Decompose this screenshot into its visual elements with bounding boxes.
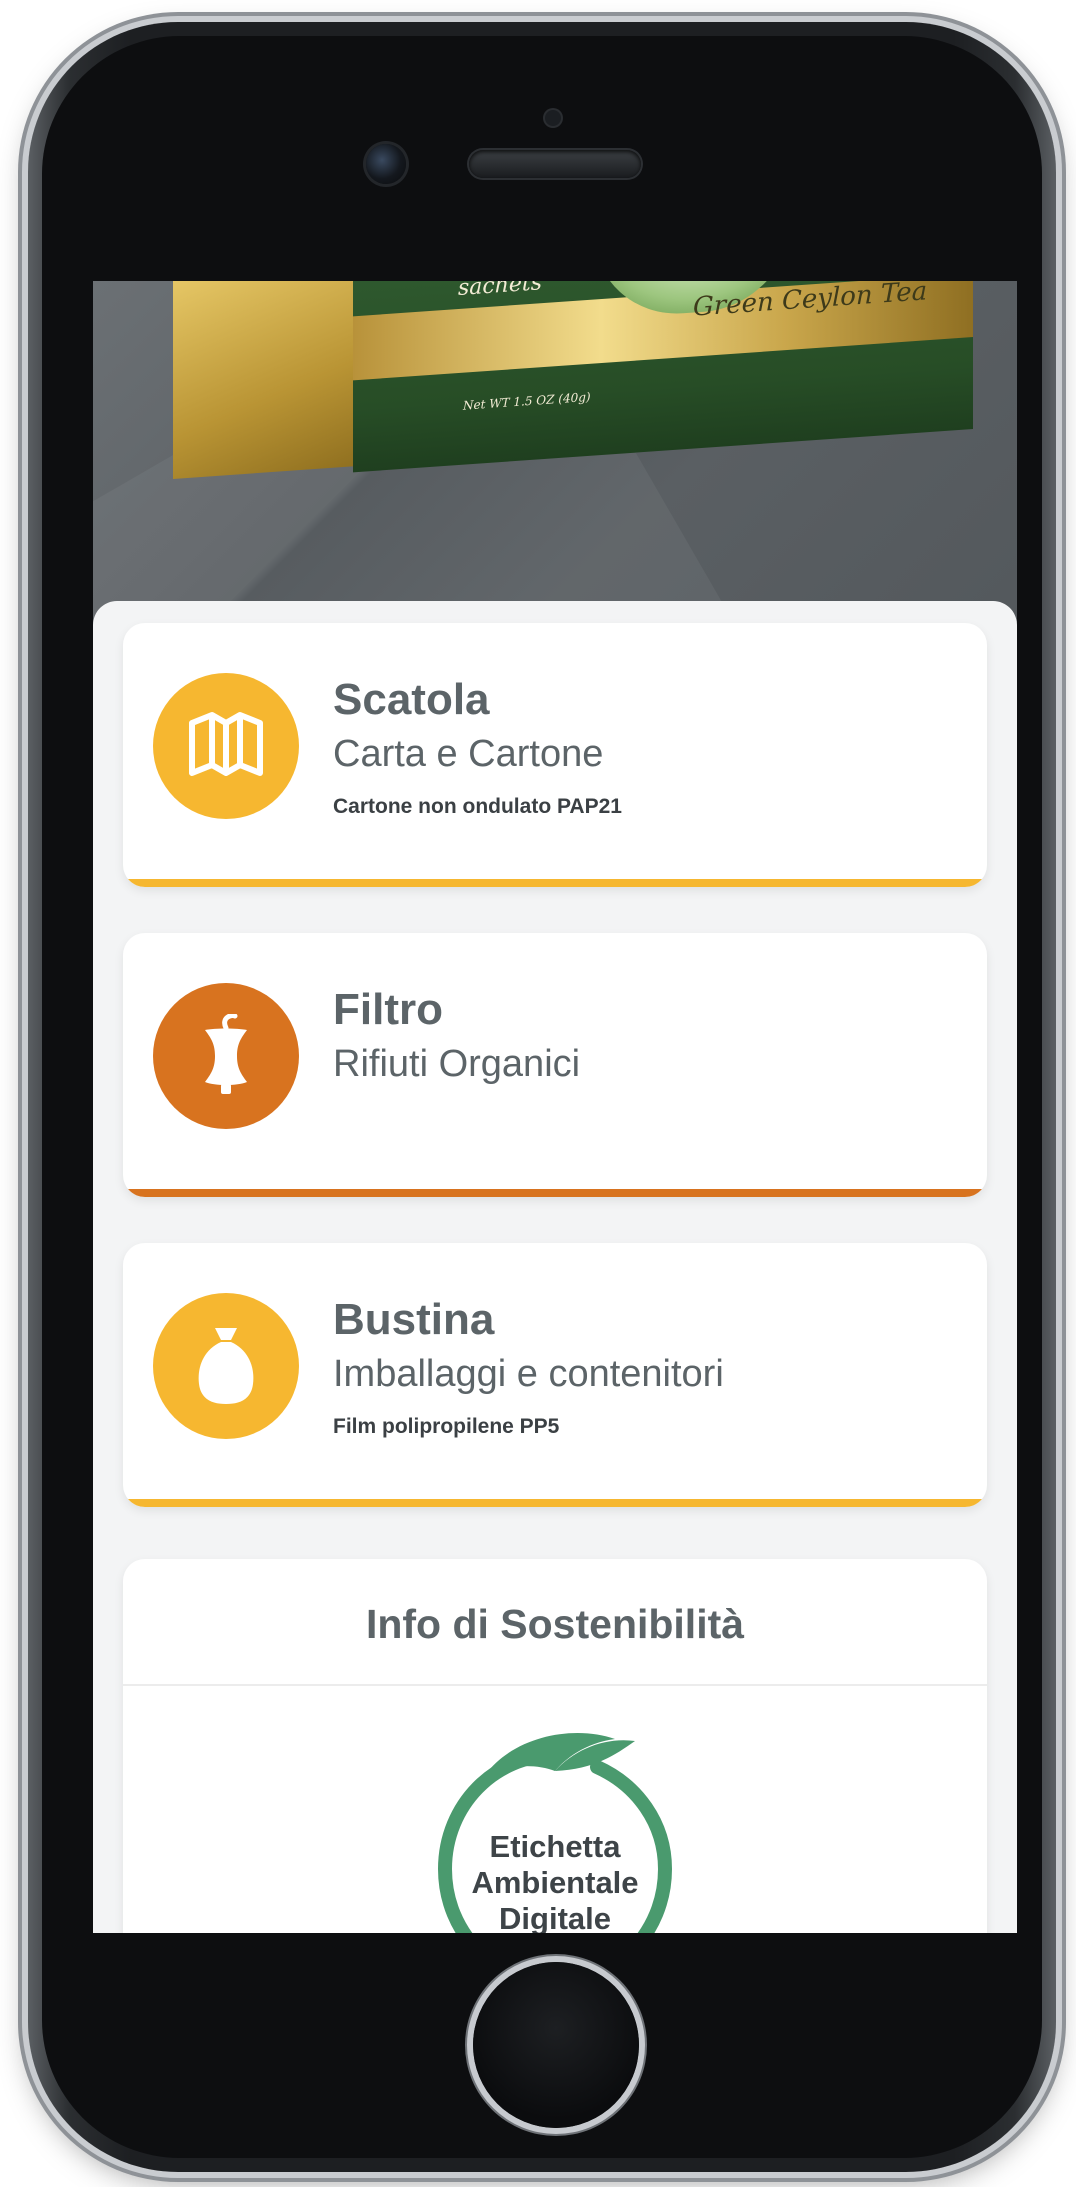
component-card-bustina[interactable]: Bustina Imballaggi e contenitori Film po… bbox=[123, 1243, 987, 1507]
component-card-filtro[interactable]: Filtro Rifiuti Organici bbox=[123, 933, 987, 1197]
component-category: Rifiuti Organici bbox=[333, 1043, 581, 1085]
icon-badge bbox=[153, 673, 299, 819]
component-title: Scatola bbox=[333, 675, 490, 724]
icon-badge bbox=[153, 983, 299, 1129]
component-title: Filtro bbox=[333, 985, 443, 1034]
divider bbox=[123, 1684, 987, 1686]
component-category: Carta e Cartone bbox=[333, 733, 604, 775]
bag-icon bbox=[198, 1328, 254, 1404]
eco-label-text: Etichetta Ambientale Digitale bbox=[405, 1829, 705, 1933]
eco-label-line: Digitale bbox=[499, 1901, 611, 1933]
eco-label-line: Ambientale bbox=[471, 1865, 639, 1900]
map-icon bbox=[189, 712, 263, 776]
phone-screen: 20 Tea sachets Green Ceylon Tea Net WT 1… bbox=[93, 281, 1017, 1933]
earpiece-speaker bbox=[469, 150, 641, 178]
category-color-bar bbox=[123, 1189, 987, 1197]
phone-mute-switch bbox=[18, 300, 28, 380]
home-button[interactable] bbox=[473, 1962, 639, 2128]
sustainability-card[interactable]: Info di Sostenibilità Etichetta Ambienta… bbox=[123, 1559, 987, 1933]
tea-box-illustration: 20 Tea sachets Green Ceylon Tea Net WT 1… bbox=[173, 281, 973, 489]
component-title: Bustina bbox=[333, 1295, 495, 1344]
eco-label-line: Etichetta bbox=[489, 1829, 621, 1864]
category-color-bar bbox=[123, 1499, 987, 1507]
tea-box-side bbox=[173, 281, 363, 479]
proximity-sensor bbox=[545, 110, 561, 126]
component-material: Cartone non ondulato PAP21 bbox=[333, 795, 622, 818]
icon-badge bbox=[153, 1293, 299, 1439]
category-color-bar bbox=[123, 879, 987, 887]
component-card-scatola[interactable]: Scatola Carta e Cartone Cartone non ondu… bbox=[123, 623, 987, 887]
component-category: Imballaggi e contenitori bbox=[333, 1353, 724, 1395]
phone-volume-down-button bbox=[18, 685, 28, 840]
phone-volume-up-button bbox=[18, 485, 28, 640]
apple-core-icon bbox=[205, 1014, 247, 1094]
sustainability-title: Info di Sostenibilità bbox=[365, 1601, 745, 1647]
component-material: Film polipropilene PP5 bbox=[333, 1415, 560, 1438]
front-camera bbox=[366, 144, 406, 184]
mockup-stage: 20 Tea sachets Green Ceylon Tea Net WT 1… bbox=[0, 0, 1076, 2187]
